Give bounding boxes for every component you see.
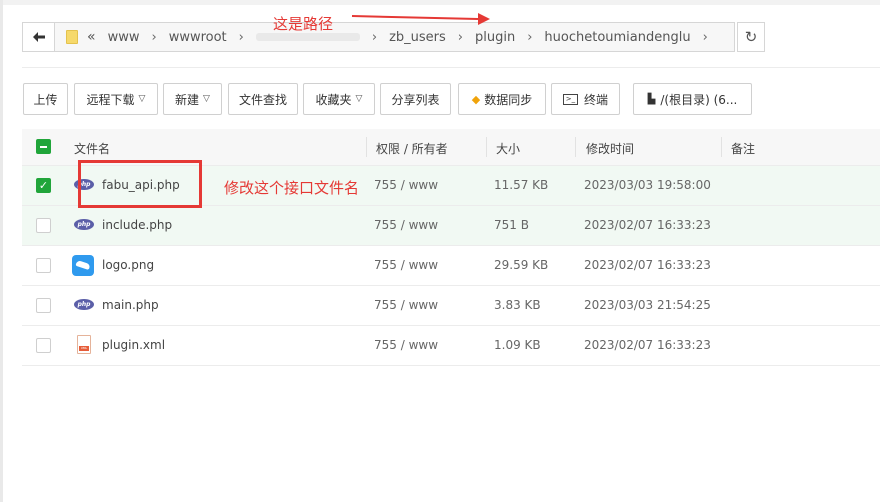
column-separator[interactable] xyxy=(486,137,487,157)
file-name[interactable]: logo.png xyxy=(102,258,154,272)
chevron-right-icon: › xyxy=(457,29,463,45)
root-dir-button[interactable]: ▙ /(根目录) (6... xyxy=(633,83,752,115)
refresh-icon: ↻ xyxy=(744,28,758,46)
file-name[interactable]: main.php xyxy=(102,298,159,312)
file-permission[interactable]: 755 / www xyxy=(374,298,438,312)
file-permission[interactable]: 755 / www xyxy=(374,178,438,192)
terminal-icon: >_ xyxy=(562,93,578,105)
remote-download-button[interactable]: 远程下载 ▽ xyxy=(74,83,158,115)
header-size[interactable]: 大小 xyxy=(496,140,520,157)
breadcrumb-item[interactable]: zb_users xyxy=(389,30,446,45)
php-file-icon: php xyxy=(74,299,94,310)
file-size: 3.83 KB xyxy=(494,298,541,312)
row-checkbox[interactable]: ✓ xyxy=(36,178,51,193)
file-modified: 2023/02/07 16:33:23 xyxy=(584,218,711,232)
chevron-right-icon: › xyxy=(527,29,533,45)
table-row[interactable]: XML plugin.xml 755 / www 1.09 KB 2023/02… xyxy=(22,326,880,366)
file-permission[interactable]: 755 / www xyxy=(374,338,438,352)
table-row[interactable]: logo.png 755 / www 29.59 KB 2023/02/07 1… xyxy=(22,246,880,286)
file-size: 11.57 KB xyxy=(494,178,549,192)
column-separator[interactable] xyxy=(575,137,576,157)
file-name[interactable]: include.php xyxy=(102,218,172,232)
disk-icon: ▙ xyxy=(647,93,656,105)
row-checkbox[interactable] xyxy=(36,338,51,353)
annotation-path-note: 这是路径 xyxy=(273,15,334,33)
double-chevron-left-icon[interactable]: « xyxy=(87,29,96,45)
file-permission[interactable]: 755 / www xyxy=(374,218,438,232)
terminal-label: 终端 xyxy=(583,92,608,107)
chevron-down-icon: ▽ xyxy=(203,94,210,104)
new-label: 新建 xyxy=(175,92,200,107)
chevron-right-icon: › xyxy=(371,29,378,45)
diamond-icon: ◆ xyxy=(471,92,481,106)
file-modified: 2023/02/07 16:33:23 xyxy=(584,338,711,352)
favorites-button[interactable]: 收藏夹 ▽ xyxy=(303,83,375,115)
column-separator[interactable] xyxy=(721,137,722,157)
file-modified: 2023/02/07 16:33:23 xyxy=(584,258,711,272)
image-file-icon xyxy=(72,255,94,276)
file-name[interactable]: plugin.xml xyxy=(102,338,165,352)
path-bar[interactable]: « www › wwwroot › › zb_users › plugin › … xyxy=(22,22,735,52)
select-all-checkbox[interactable] xyxy=(36,139,51,154)
chevron-right-icon: › xyxy=(238,29,244,45)
header-permission[interactable]: 权限 / 所有者 xyxy=(376,140,448,157)
chevron-right-icon: › xyxy=(702,29,708,45)
new-button[interactable]: 新建 ▽ xyxy=(163,83,222,115)
upload-label: 上传 xyxy=(33,92,58,107)
root-dir-label: /(根目录) (6... xyxy=(660,92,738,107)
annotation-highlight-box xyxy=(78,160,202,208)
header-note[interactable]: 备注 xyxy=(731,140,755,157)
file-size: 751 B xyxy=(494,218,529,232)
folder-icon xyxy=(66,30,78,44)
header-name[interactable]: 文件名 xyxy=(74,140,110,157)
favorites-label: 收藏夹 xyxy=(315,92,352,107)
file-modified: 2023/03/03 19:58:00 xyxy=(584,178,711,192)
share-list-label: 分享列表 xyxy=(391,92,440,107)
divider xyxy=(22,67,880,68)
file-permission[interactable]: 755 / www xyxy=(374,258,438,272)
redacted-breadcrumb xyxy=(255,33,360,41)
remote-download-label: 远程下载 xyxy=(86,92,135,107)
share-list-button[interactable]: 分享列表 xyxy=(380,83,451,115)
chevron-right-icon: › xyxy=(151,29,157,45)
file-search-label: 文件查找 xyxy=(238,92,287,107)
terminal-button[interactable]: >_ 终端 xyxy=(551,83,620,115)
breadcrumb-item[interactable]: wwwroot xyxy=(169,30,227,45)
row-checkbox[interactable] xyxy=(36,258,51,273)
back-button[interactable] xyxy=(23,23,55,51)
chevron-down-icon: ▽ xyxy=(138,94,146,104)
breadcrumb-item[interactable]: huochetoumiandenglu xyxy=(544,30,690,45)
chevron-down-icon: ▽ xyxy=(355,94,363,104)
table-row[interactable]: php main.php 755 / www 3.83 KB 2023/03/0… xyxy=(22,286,880,326)
table-row[interactable]: php include.php 755 / www 751 B 2023/02/… xyxy=(22,206,880,246)
row-checkbox[interactable] xyxy=(36,218,51,233)
upload-button[interactable]: 上传 xyxy=(23,83,68,115)
breadcrumb-item[interactable]: www xyxy=(108,30,140,45)
arrow-left-icon xyxy=(32,32,45,42)
row-checkbox[interactable] xyxy=(36,298,51,313)
file-size: 1.09 KB xyxy=(494,338,541,352)
file-modified: 2023/03/03 21:54:25 xyxy=(584,298,711,312)
annotation-arrow-icon xyxy=(351,13,490,25)
php-file-icon: php xyxy=(74,219,94,230)
breadcrumb-item[interactable]: plugin xyxy=(475,30,515,45)
column-separator[interactable] xyxy=(366,137,367,157)
file-size: 29.59 KB xyxy=(494,258,549,272)
annotation-edit-note: 修改这个接口文件名 xyxy=(224,179,360,197)
data-sync-label: 数据同步 xyxy=(484,92,533,107)
header-modified[interactable]: 修改时间 xyxy=(586,140,634,157)
data-sync-button[interactable]: ◆ 数据同步 xyxy=(458,83,546,115)
refresh-button[interactable]: ↻ xyxy=(737,22,765,52)
xml-file-icon: XML xyxy=(77,335,91,354)
file-search-button[interactable]: 文件查找 xyxy=(228,83,298,115)
